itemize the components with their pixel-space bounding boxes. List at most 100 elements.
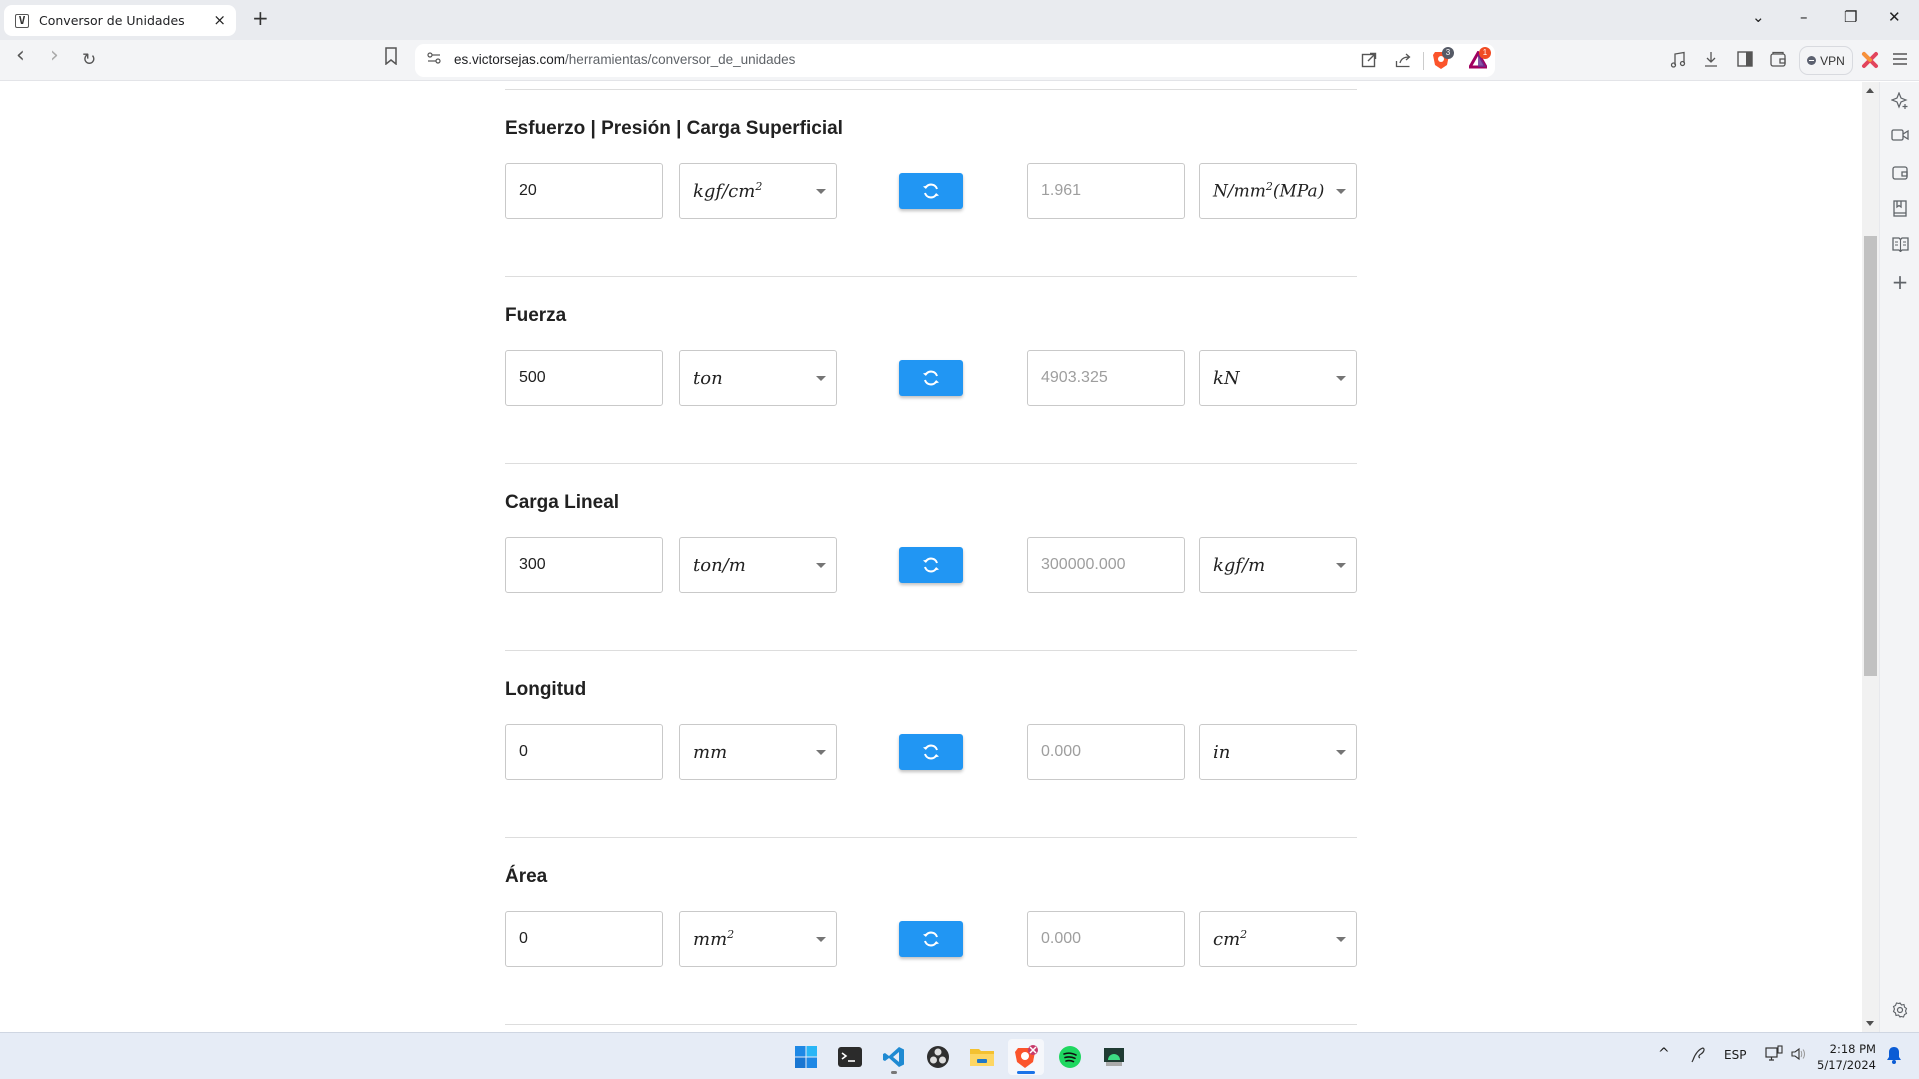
to-unit-select[interactable]: kN [1199, 350, 1357, 406]
output-value-field[interactable]: 0.000 [1027, 911, 1185, 967]
brave-browser-icon [1015, 1045, 1038, 1068]
section-divider [505, 837, 1357, 838]
system-clock[interactable]: 2:18 PM 5/17/2024 [1817, 1041, 1876, 1073]
taskbar-start-button[interactable] [788, 1039, 824, 1075]
bookmark-button[interactable] [384, 47, 398, 72]
dropdown-caret-icon [816, 750, 826, 755]
open-in-app-icon[interactable] [1361, 52, 1377, 73]
to-unit-select[interactable]: cm2 [1199, 911, 1357, 967]
show-hidden-icons-chevron-icon[interactable]: ^ [1658, 1046, 1670, 1062]
close-window-button[interactable]: ✕ [1888, 8, 1901, 26]
section-divider [505, 1024, 1357, 1025]
close-tab-icon[interactable]: × [213, 11, 226, 29]
browser-side-panel: + [1879, 82, 1919, 1032]
reading-list-icon[interactable] [1880, 236, 1919, 256]
sync-icon [923, 370, 939, 386]
taskbar-obs[interactable] [920, 1039, 956, 1075]
from-unit-label: mm2 [693, 928, 735, 950]
to-unit-select[interactable]: kgf/m [1199, 537, 1357, 593]
sidebar-toggle-icon[interactable] [1737, 51, 1753, 72]
dropdown-caret-icon [1336, 563, 1346, 568]
pen-menu-icon[interactable] [1690, 1045, 1708, 1066]
obs-icon [927, 1046, 949, 1068]
volume-icon[interactable] [1790, 1046, 1806, 1065]
input-value-field[interactable]: 500 [505, 350, 663, 406]
scroll-thumb[interactable] [1864, 236, 1877, 676]
convert-swap-button[interactable] [899, 921, 963, 957]
from-unit-select[interactable]: mm2 [679, 911, 837, 967]
reload-button[interactable]: ↻ [82, 48, 96, 72]
taskbar-brave[interactable] [1008, 1039, 1044, 1075]
page-scrollbar[interactable] [1862, 82, 1879, 1032]
output-value-field[interactable]: 1.961 [1027, 163, 1185, 219]
back-button[interactable]: ‹ [16, 44, 25, 68]
wallet-panel-icon[interactable] [1880, 164, 1919, 184]
toolbar-separator [1423, 52, 1424, 70]
input-language-indicator[interactable]: ESP [1724, 1048, 1746, 1062]
share-icon[interactable] [1395, 52, 1412, 73]
talk-video-icon[interactable] [1880, 128, 1919, 146]
to-unit-select[interactable]: in [1199, 724, 1357, 780]
dropdown-caret-icon [1336, 189, 1346, 194]
restore-button[interactable]: ❐ [1844, 8, 1857, 26]
new-tab-button[interactable]: + [252, 6, 269, 30]
taskbar-vscode[interactable] [876, 1039, 912, 1075]
extension-icon[interactable] [1861, 51, 1879, 74]
to-unit-select[interactable]: N/mm2(MPa) [1199, 163, 1357, 219]
section-divider [505, 276, 1357, 277]
brave-shields-button[interactable]: 3 [1432, 47, 1454, 75]
input-value-field[interactable]: 0 [505, 911, 663, 967]
browser-tab[interactable]: V Conversor de Unidades × [4, 5, 236, 36]
downloads-icon[interactable] [1704, 51, 1718, 72]
convert-swap-button[interactable] [899, 547, 963, 583]
media-controls-icon[interactable] [1670, 51, 1686, 73]
url-text[interactable]: es.victorsejas.com/herramientas/converso… [454, 52, 795, 67]
address-bar[interactable]: es.victorsejas.com/herramientas/converso… [415, 44, 1495, 77]
section-divider [505, 463, 1357, 464]
output-value-field[interactable]: 0.000 [1027, 724, 1185, 780]
input-value-field[interactable]: 0 [505, 724, 663, 780]
from-unit-select[interactable]: ton [679, 350, 837, 406]
sync-icon [923, 183, 939, 199]
tab-title: Conversor de Unidades [39, 13, 185, 28]
scroll-down-arrow-icon[interactable] [1866, 1021, 1874, 1026]
from-unit-select[interactable]: kgf/cm2 [679, 163, 837, 219]
convert-swap-button[interactable] [899, 360, 963, 396]
to-unit-label: N/mm2(MPa) [1213, 180, 1325, 202]
scroll-up-arrow-icon[interactable] [1866, 88, 1874, 93]
taskbar-android-studio[interactable] [1096, 1039, 1132, 1075]
from-unit-select[interactable]: ton/m [679, 537, 837, 593]
vpn-label: VPN [1820, 53, 1845, 68]
from-unit-select[interactable]: mm [679, 724, 837, 780]
brave-rewards-button[interactable]: 1 [1467, 47, 1491, 74]
output-value-field[interactable]: 300000.000 [1027, 537, 1185, 593]
bookmarks-panel-icon[interactable] [1880, 200, 1919, 221]
taskbar-spotify[interactable] [1052, 1039, 1088, 1075]
folder-icon [970, 1049, 994, 1066]
notifications-bell-icon[interactable] [1886, 1046, 1902, 1067]
network-icon[interactable] [1765, 1045, 1783, 1066]
section-title: Longitud [505, 679, 587, 700]
add-panel-icon[interactable]: + [1880, 270, 1919, 294]
convert-swap-button[interactable] [899, 734, 963, 770]
convert-swap-button[interactable] [899, 173, 963, 209]
site-settings-icon[interactable] [427, 51, 441, 69]
taskbar-terminal[interactable] [832, 1039, 868, 1075]
dropdown-caret-icon [816, 937, 826, 942]
panel-settings-gear-icon[interactable] [1880, 1002, 1919, 1022]
leo-ai-icon[interactable] [1880, 91, 1919, 114]
site-favicon-icon: V [15, 13, 29, 28]
dropdown-caret-icon [1336, 937, 1346, 942]
vscode-icon [883, 1047, 904, 1067]
tab-search-chevron-icon[interactable]: ⌄ [1752, 8, 1765, 26]
taskbar-file-explorer[interactable] [964, 1039, 1000, 1075]
input-value-field[interactable]: 20 [505, 163, 663, 219]
vpn-button[interactable]: VPN [1799, 46, 1853, 75]
output-value-field[interactable]: 4903.325 [1027, 350, 1185, 406]
forward-button[interactable]: › [50, 44, 59, 68]
wallet-icon[interactable] [1770, 51, 1786, 72]
minimize-button[interactable]: – [1800, 8, 1808, 26]
to-unit-label: in [1213, 741, 1231, 763]
input-value-field[interactable]: 300 [505, 537, 663, 593]
menu-icon[interactable] [1892, 52, 1908, 71]
